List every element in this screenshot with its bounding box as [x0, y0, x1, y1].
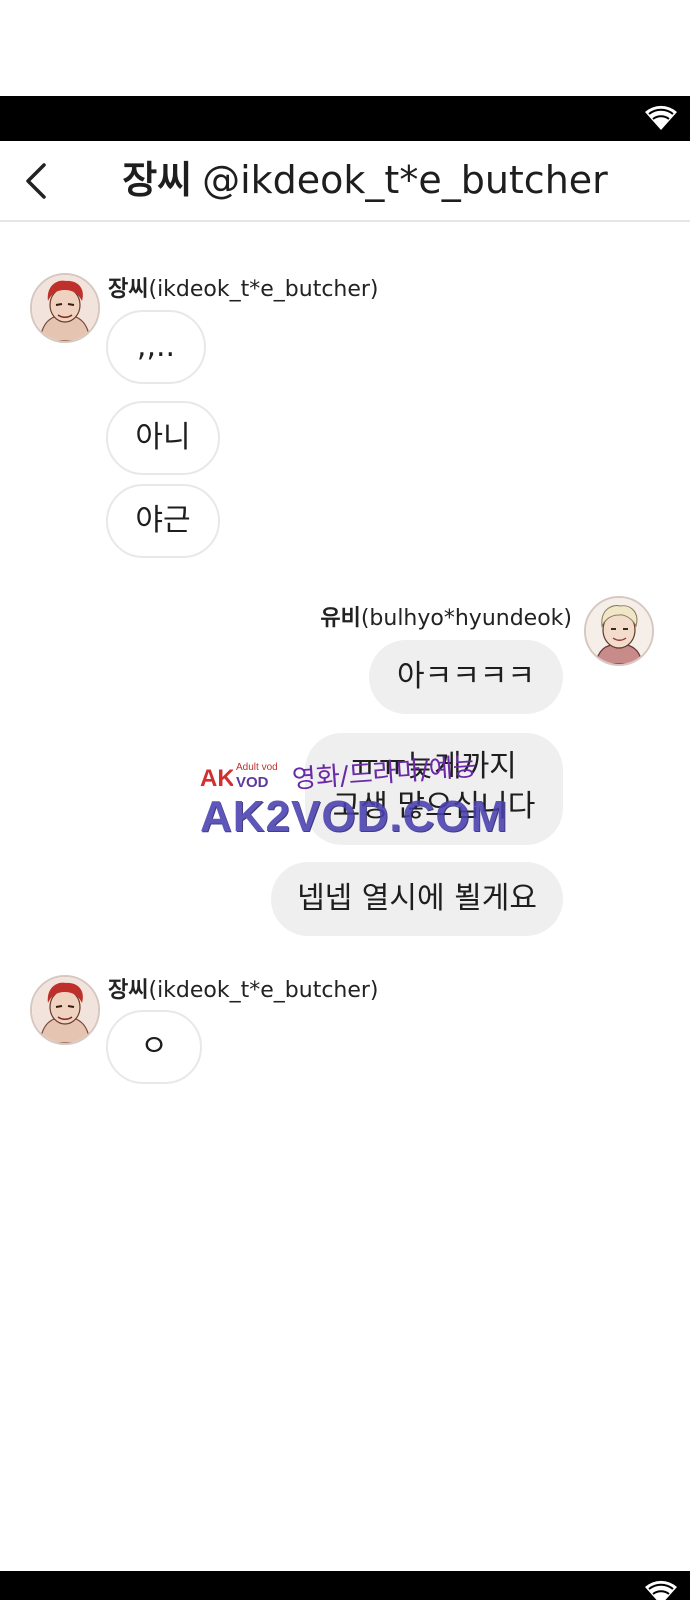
sender-name: 장씨: [108, 277, 149, 302]
avatar-jangssi-image: [32, 275, 98, 341]
svg-text:AK: AK: [200, 765, 233, 790]
message-bubble[interactable]: 야근: [106, 484, 220, 558]
chat-header: 장씨 @ikdeok_t*e_butcher: [0, 141, 690, 222]
watermark: AK Adult vod VOD 영화/드라마/예능 AK2VOD.COM: [200, 752, 530, 841]
message-bubble[interactable]: 아ㅋㅋㅋㅋ: [369, 640, 563, 714]
sender-label: 유비(bulhyo*hyundeok): [320, 600, 572, 632]
avatar-jangssi[interactable]: [30, 975, 100, 1045]
message-bubble[interactable]: ㅇ: [106, 1010, 202, 1084]
message-bubble[interactable]: 아니: [106, 401, 220, 475]
sender-label: 장씨(ikdeok_t*e_butcher): [108, 972, 379, 1004]
chat-title-handle: @ikdeok_t*e_butcher: [202, 158, 608, 202]
sender-name: 유비: [320, 606, 361, 631]
chevron-left-icon[interactable]: [20, 159, 54, 203]
watermark-vod-text: VOD: [236, 774, 269, 791]
avatar-jangssi-image: [32, 977, 98, 1043]
sender-handle: (ikdeok_t*e_butcher): [148, 277, 379, 302]
sender-handle: (ikdeok_t*e_butcher): [148, 978, 379, 1003]
status-bar: [0, 96, 690, 141]
avatar-yubi-image: [586, 598, 652, 664]
sender-label: 장씨(ikdeok_t*e_butcher): [108, 271, 379, 303]
bottom-status-bar: [0, 1571, 690, 1600]
avatar-yubi[interactable]: [584, 596, 654, 666]
message-bubble[interactable]: ,,..: [106, 310, 206, 384]
wifi-icon: [645, 1580, 677, 1600]
chat-title: 장씨 @ikdeok_t*e_butcher: [80, 141, 650, 220]
watermark-domain: AK2VOD.COM: [200, 792, 509, 841]
wifi-icon: [645, 105, 677, 130]
message-bubble[interactable]: 넵넵 열시에 뵐게요: [271, 862, 563, 936]
sender-handle: (bulhyo*hyundeok): [360, 606, 572, 631]
avatar-jangssi[interactable]: [30, 273, 100, 343]
watermark-logo: AK: [200, 765, 233, 790]
sender-name: 장씨: [108, 978, 149, 1003]
chat-title-name: 장씨: [122, 158, 193, 202]
watermark-small-text: Adult vod: [236, 762, 278, 773]
